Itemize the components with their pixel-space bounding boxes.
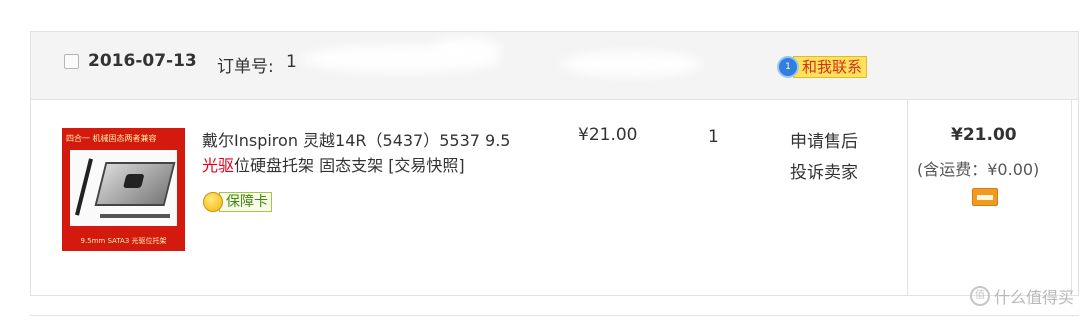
order-card: 2016-07-13 订单号: 1 1 和我联系 四合一 机械固态两者兼容 9.…: [30, 31, 1079, 296]
next-order-card-edge: [30, 315, 1079, 326]
complain-seller-link[interactable]: 投诉卖家: [790, 158, 858, 183]
product-title-link[interactable]: 戴尔Inspiron 灵越14R（5437）5537 9.5 光驱位硬盘托架 固…: [202, 128, 557, 178]
order-select-checkbox[interactable]: [64, 54, 79, 69]
card-icon[interactable]: [972, 188, 998, 206]
column-divider: [907, 99, 908, 295]
chat-bubble-icon: 1: [777, 56, 799, 78]
redaction-smudge: [561, 52, 701, 76]
order-number-label: 订单号:: [217, 57, 274, 77]
order-date: 2016-07-13: [88, 51, 197, 71]
guarantee-card-label: 保障卡: [219, 192, 272, 212]
shipping-fee: (含运费：¥0.00): [917, 160, 1040, 179]
unit-price: ¥21.00: [578, 125, 638, 145]
quantity: 1: [708, 127, 719, 147]
order-number-value: 1: [286, 52, 297, 72]
caddy-bracket-icon: [100, 214, 170, 218]
column-divider: [1071, 99, 1072, 295]
guarantee-card-badge[interactable]: 保障卡: [203, 192, 272, 212]
contact-seller-label: 和我联系: [793, 56, 868, 78]
site-watermark: 值 什么值得买: [969, 284, 1074, 308]
screwdriver-icon: [75, 158, 93, 216]
watermark-text: 什么值得买: [993, 288, 1074, 307]
medal-icon: [203, 192, 223, 212]
thumbnail-image-panel: [70, 150, 177, 226]
product-title-part2: 位硬盘托架 固态支架 [交易快照]: [234, 156, 465, 175]
order-header: 2016-07-13 订单号: 1 1 和我联系: [31, 32, 1078, 100]
thumbnail-top-text: 四合一 机械固态两者兼容: [66, 134, 157, 143]
redaction-smudge: [431, 38, 501, 60]
order-total: ¥21.00: [951, 125, 1017, 145]
product-thumbnail[interactable]: 四合一 机械固态两者兼容 9.5mm SATA3 光驱位托架: [62, 128, 185, 251]
watermark-logo-icon: 值: [969, 286, 990, 306]
product-title-highlight: 光驱: [202, 156, 235, 175]
product-title-part1: 戴尔Inspiron 灵越14R（5437）5537 9.5: [202, 131, 511, 150]
thumbnail-bottom-text: 9.5mm SATA3 光驱位托架: [80, 237, 167, 245]
drive-caddy-icon: [94, 162, 176, 206]
request-after-sale-link[interactable]: 申请售后: [790, 127, 858, 152]
contact-seller-button[interactable]: 1 和我联系: [777, 54, 868, 80]
